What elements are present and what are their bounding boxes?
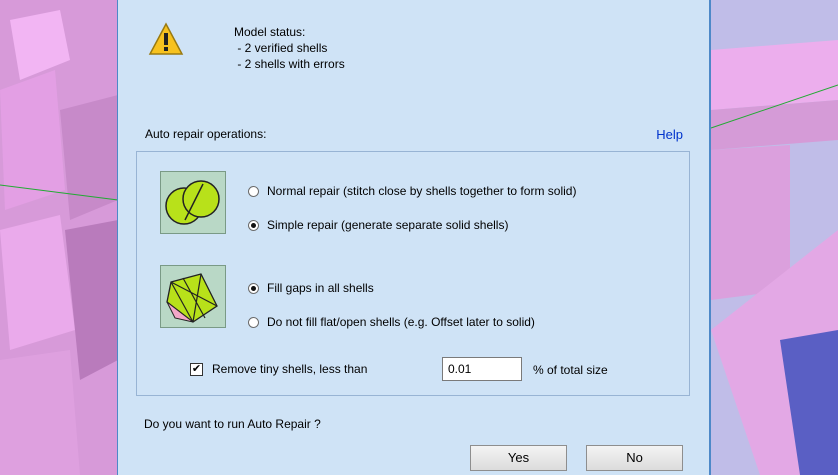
tiny-size-input[interactable]: [442, 357, 522, 381]
status-line: - 2 shells with errors: [234, 57, 345, 71]
no-fill-option[interactable]: Do not fill flat/open shells (e.g. Offse…: [248, 315, 535, 329]
help-link[interactable]: Help: [656, 127, 683, 142]
no-fill-label: Do not fill flat/open shells (e.g. Offse…: [267, 315, 535, 329]
no-button[interactable]: No: [586, 445, 683, 471]
fill-all-label: Fill gaps in all shells: [267, 281, 374, 295]
normal-repair-option[interactable]: Normal repair (stitch close by shells to…: [248, 184, 576, 198]
remove-tiny-label: Remove tiny shells, less than: [212, 362, 368, 376]
fill-all-radio[interactable]: [248, 282, 259, 294]
no-fill-radio[interactable]: [248, 316, 259, 328]
remove-tiny-option[interactable]: ✔ Remove tiny shells, less than: [190, 362, 367, 376]
fill-mode-image: [160, 265, 226, 328]
simple-repair-label: Simple repair (generate separate solid s…: [267, 218, 509, 232]
model-status-text: Model status: - 2 verified shells - 2 sh…: [234, 24, 345, 72]
confirm-question: Do you want to run Auto Repair ?: [144, 417, 321, 431]
normal-repair-radio[interactable]: [248, 185, 259, 197]
model-status-panel: Model status: - 2 verified shells - 2 sh…: [118, 0, 709, 114]
status-line: - 2 verified shells: [234, 41, 328, 55]
split-circle-icon: [165, 180, 220, 225]
auto-repair-label: Auto repair operations:: [145, 127, 267, 141]
warning-icon: [148, 22, 184, 55]
status-title: Model status:: [234, 25, 306, 39]
simple-repair-radio[interactable]: [248, 219, 259, 231]
yes-button[interactable]: Yes: [470, 445, 567, 471]
tiny-size-suffix: % of total size: [533, 363, 608, 377]
auto-repair-dialog: Model status: - 2 verified shells - 2 sh…: [117, 0, 711, 475]
remove-tiny-checkbox[interactable]: ✔: [190, 362, 203, 376]
open-shell-icon: [166, 273, 218, 323]
simple-repair-option[interactable]: Simple repair (generate separate solid s…: [248, 218, 508, 232]
normal-repair-label: Normal repair (stitch close by shells to…: [267, 184, 577, 198]
repair-mode-image: [160, 171, 226, 234]
fill-all-option[interactable]: Fill gaps in all shells: [248, 281, 374, 295]
